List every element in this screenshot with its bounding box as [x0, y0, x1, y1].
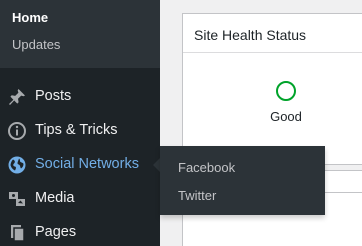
site-health-widget: Site Health Status Good: [182, 13, 362, 165]
social-networks-flyout: Facebook Twitter: [160, 146, 325, 215]
flyout-item-facebook[interactable]: Facebook: [178, 160, 235, 176]
sidebar-item-label: Media: [35, 190, 75, 206]
health-status-label: Good: [270, 109, 302, 124]
info-icon: [7, 121, 27, 141]
dashboard-submenu: Home Updates: [0, 0, 160, 68]
pages-icon: [7, 223, 27, 243]
sidebar-item-label: Pages: [35, 224, 77, 240]
sidebar-item-pages[interactable]: Pages: [0, 215, 160, 246]
sidebar-item-tips-tricks[interactable]: Tips & Tricks: [0, 113, 160, 147]
sidebar-item-social-networks[interactable]: Social Networks: [0, 147, 160, 181]
sidebar-item-label: Posts: [35, 88, 72, 104]
admin-sidebar: Home Updates Posts Tips & Tricks Social …: [0, 0, 160, 246]
flyout-item-twitter[interactable]: Twitter: [178, 188, 216, 204]
submenu-item-home[interactable]: Home: [12, 10, 48, 26]
health-status-indicator: [276, 81, 296, 101]
widget-divider: [183, 52, 362, 53]
sidebar-item-media[interactable]: Media: [0, 181, 160, 215]
site-health-title: Site Health Status: [194, 27, 307, 43]
active-menu-arrow: [153, 158, 160, 172]
sidebar-item-label: Tips & Tricks: [35, 122, 118, 138]
sidebar-item-label: Social Networks: [35, 156, 139, 172]
media-icon: [7, 189, 27, 209]
pin-icon: [7, 87, 27, 107]
globe-icon: [7, 155, 27, 175]
submenu-item-updates[interactable]: Updates: [12, 37, 60, 53]
sidebar-item-posts[interactable]: Posts: [0, 79, 160, 113]
